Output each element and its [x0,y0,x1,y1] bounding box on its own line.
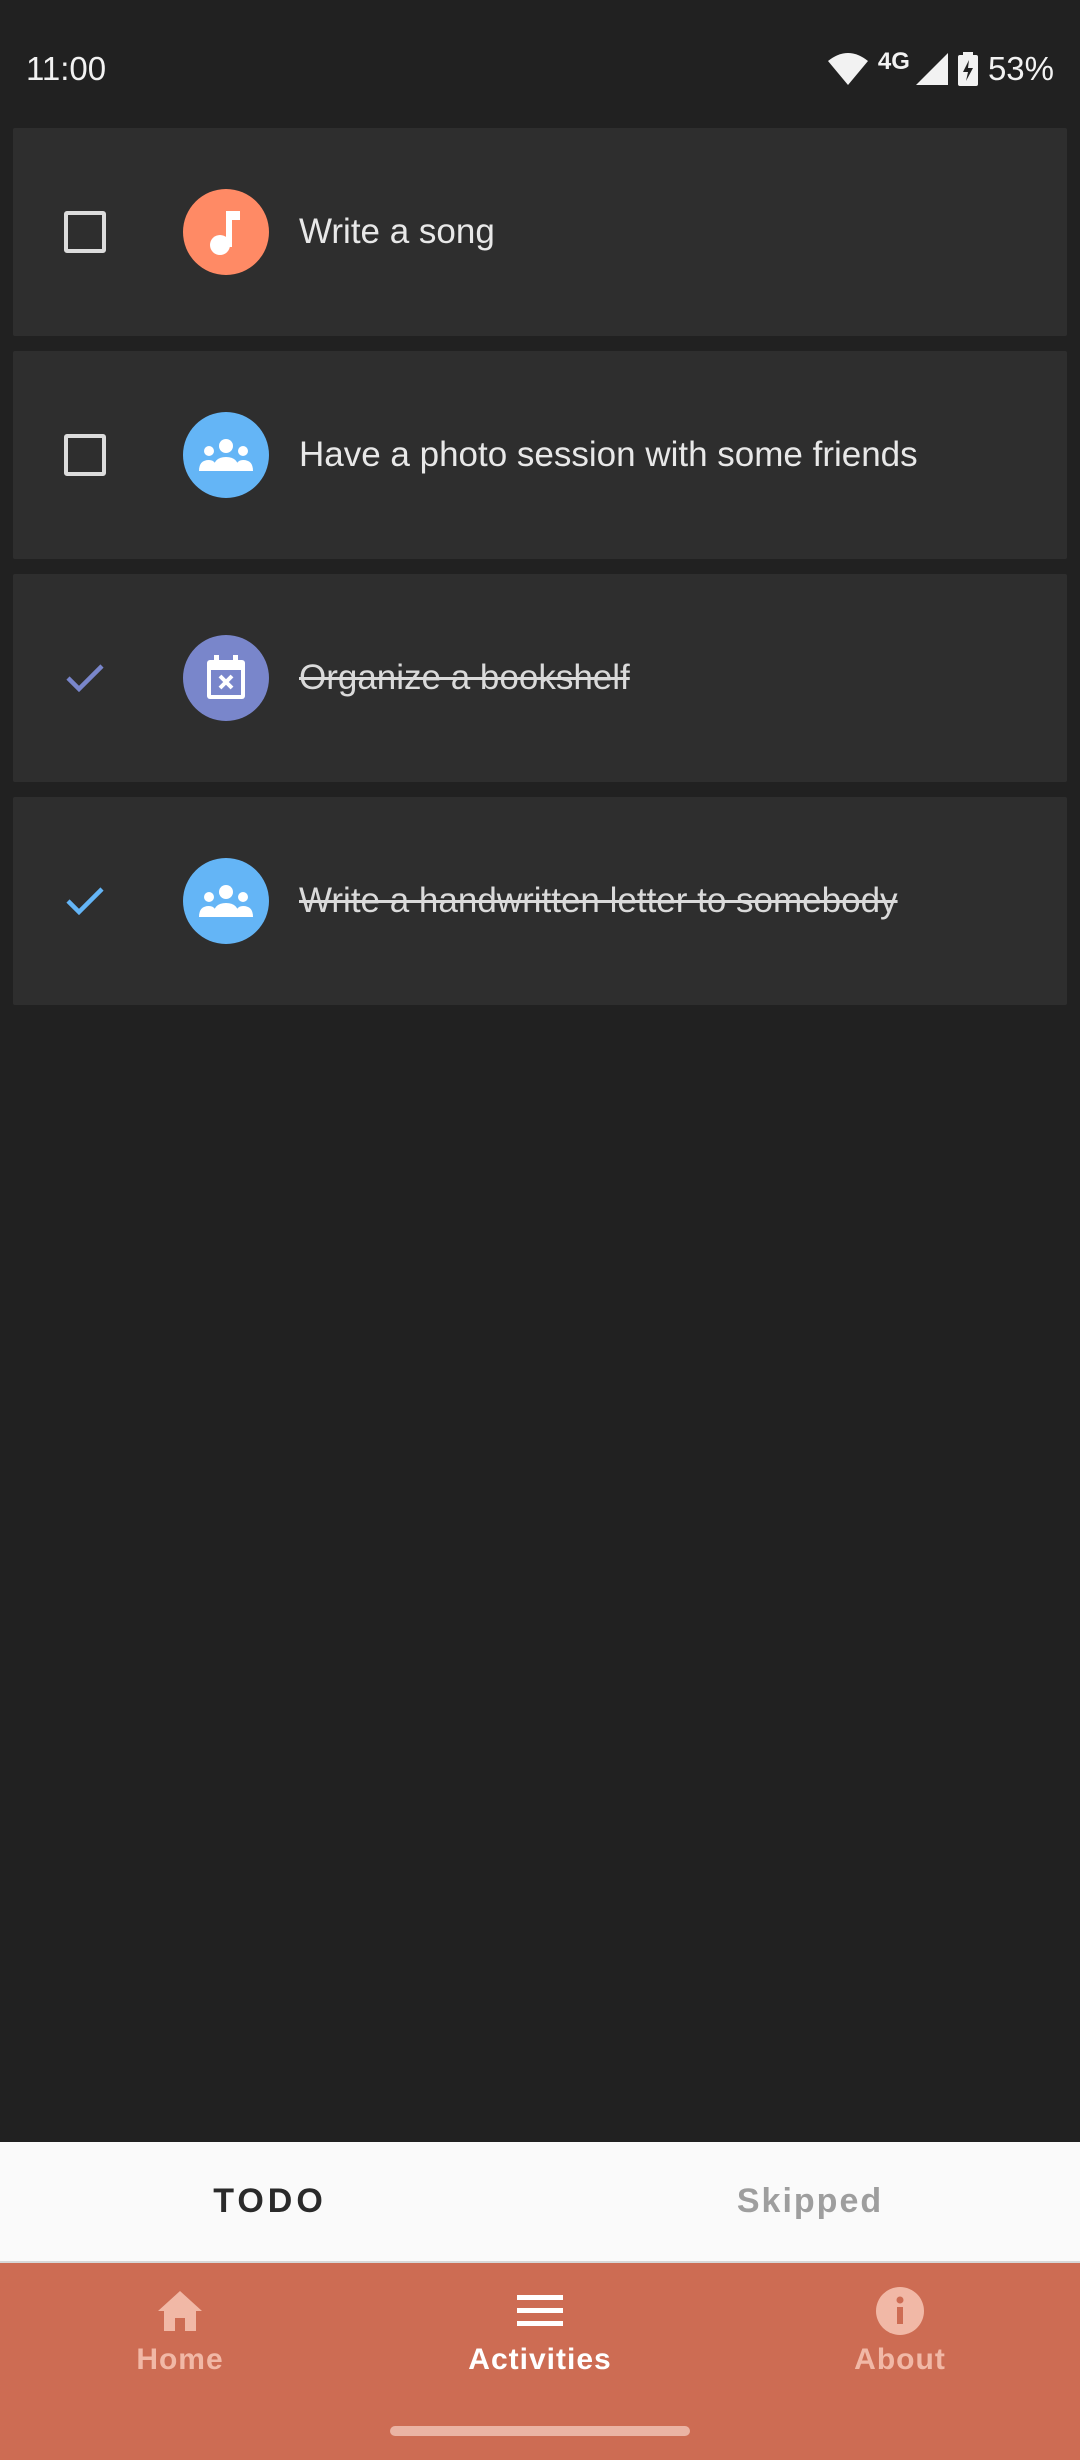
tab-todo[interactable]: TODO [0,2142,540,2261]
checkbox-unchecked-icon [64,434,106,476]
list-item[interactable]: Write a song [13,128,1067,336]
list-item[interactable]: Organize a bookshelf [13,574,1067,782]
battery-icon [957,52,978,86]
nav-activities-label: Activities [468,2343,612,2376]
activity-label: Organize a bookshelf [299,658,630,697]
nav-home[interactable]: Home [0,2263,360,2460]
status-time: 11:00 [26,50,107,87]
status-icons: 4G 53% [827,48,1054,88]
nav-about-label: About [854,2343,946,2376]
checkbox[interactable] [58,651,112,705]
home-icon [154,2285,206,2337]
checkmark-icon [66,887,104,916]
battery-percent: 53% [987,50,1054,87]
list-item[interactable]: Write a handwritten letter to somebody [13,797,1067,1005]
music-note-icon [183,189,269,275]
group-icon [183,858,269,944]
nav-home-label: Home [136,2343,224,2376]
gesture-home-indicator[interactable] [390,2426,690,2436]
activity-label: Have a photo session with some friends [299,435,918,474]
cell-signal-icon [915,53,948,85]
tab-bar: TODO Skipped [0,2142,1080,2261]
info-icon [874,2285,926,2337]
nav-about[interactable]: About [720,2263,1080,2460]
group-icon [183,412,269,498]
activity-label: Write a song [299,212,495,251]
tab-skipped[interactable]: Skipped [540,2142,1080,2261]
network-type: 4G [877,48,910,75]
status-bar: 11:00 4G 53% [0,0,1080,130]
activity-label: Write a handwritten letter to somebody [299,881,898,920]
list-icon [514,2285,566,2337]
calendar-cancel-icon [183,635,269,721]
checkbox-unchecked-icon [64,211,106,253]
checkmark-icon [66,664,104,693]
activity-list: Write a song Have a photo session with s… [13,128,1067,1020]
list-item[interactable]: Have a photo session with some friends [13,351,1067,559]
wifi-icon [827,53,868,85]
checkbox[interactable] [58,874,112,928]
checkbox[interactable] [58,428,112,482]
checkbox[interactable] [58,205,112,259]
